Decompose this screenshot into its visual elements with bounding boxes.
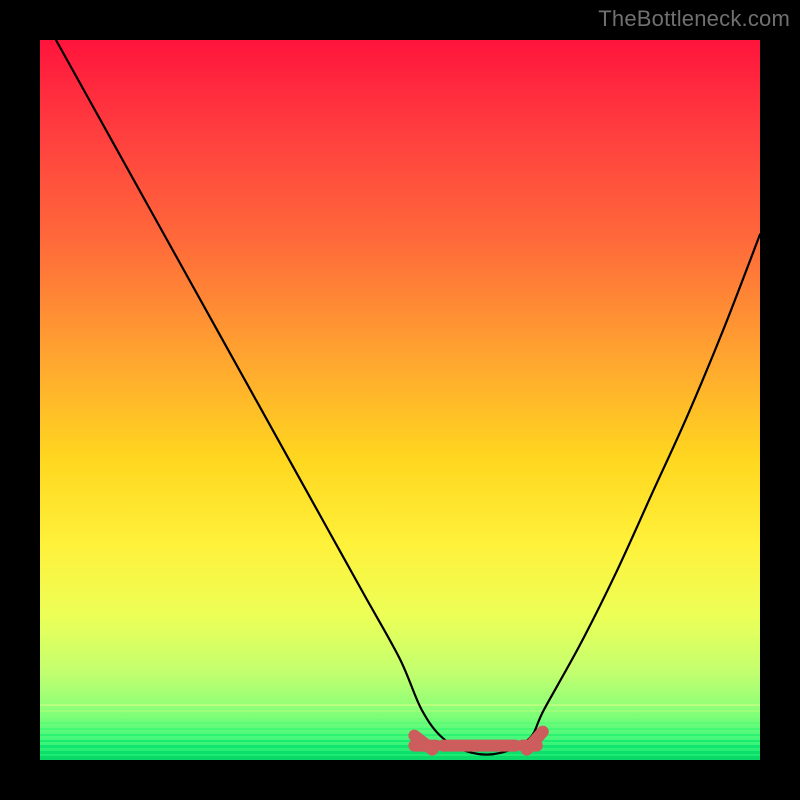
flat-zone-markers [414,732,542,750]
plot-area [40,40,760,760]
bottleneck-curve-svg [40,40,760,760]
chart-frame: TheBottleneck.com [0,0,800,800]
bottleneck-curve [40,11,760,754]
watermark-text: TheBottleneck.com [598,6,790,32]
